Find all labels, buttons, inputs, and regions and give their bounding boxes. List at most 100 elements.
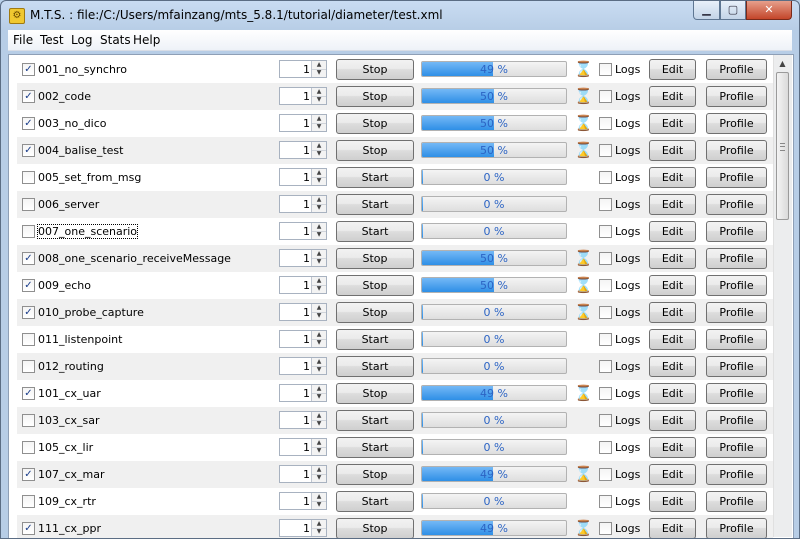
start-stop-button[interactable]: Stop [336, 140, 414, 161]
logs-checkbox[interactable] [599, 117, 612, 130]
edit-button[interactable]: Edit [649, 59, 696, 80]
spin-down-icon[interactable]: ▼ [312, 420, 326, 428]
iteration-spinner[interactable]: 1 ▲ ▼ [279, 357, 327, 375]
iteration-count[interactable]: 1 [303, 90, 310, 103]
iteration-count[interactable]: 1 [303, 333, 310, 346]
edit-button[interactable]: Edit [649, 221, 696, 242]
iteration-count[interactable]: 1 [303, 441, 310, 454]
logs-checkbox[interactable] [599, 468, 612, 481]
edit-button[interactable]: Edit [649, 356, 696, 377]
iteration-count[interactable]: 1 [303, 414, 310, 427]
profile-button[interactable]: Profile [706, 194, 767, 215]
start-stop-button[interactable]: Stop [336, 383, 414, 404]
start-stop-button[interactable]: Start [336, 194, 414, 215]
profile-button[interactable]: Profile [706, 518, 767, 538]
spin-down-icon[interactable]: ▼ [312, 69, 326, 77]
profile-button[interactable]: Profile [706, 275, 767, 296]
spin-down-icon[interactable]: ▼ [312, 150, 326, 158]
enable-checkbox[interactable] [22, 414, 35, 427]
logs-checkbox[interactable] [599, 360, 612, 373]
start-stop-button[interactable]: Start [336, 221, 414, 242]
enable-checkbox[interactable]: ✓ [22, 522, 35, 535]
start-stop-button[interactable]: Stop [336, 86, 414, 107]
edit-button[interactable]: Edit [649, 410, 696, 431]
iteration-count[interactable]: 1 [303, 495, 310, 508]
logs-checkbox[interactable] [599, 252, 612, 265]
iteration-spinner[interactable]: 1 ▲ ▼ [279, 60, 327, 78]
logs-checkbox[interactable] [599, 414, 612, 427]
iteration-count[interactable]: 1 [303, 225, 310, 238]
profile-button[interactable]: Profile [706, 437, 767, 458]
start-stop-button[interactable]: Start [336, 167, 414, 188]
logs-checkbox[interactable] [599, 441, 612, 454]
vertical-scrollbar[interactable]: ▲ [773, 55, 792, 537]
enable-checkbox[interactable]: ✓ [22, 252, 35, 265]
edit-button[interactable]: Edit [649, 491, 696, 512]
iteration-count[interactable]: 1 [303, 387, 310, 400]
title-bar[interactable]: ⚙ M.T.S. : file:/C:/Users/mfainzang/mts_… [1, 1, 799, 30]
enable-checkbox[interactable] [22, 225, 35, 238]
enable-checkbox[interactable]: ✓ [22, 279, 35, 292]
iteration-spinner[interactable]: 1 ▲ ▼ [279, 303, 327, 321]
iteration-count[interactable]: 1 [303, 198, 310, 211]
iteration-count[interactable]: 1 [303, 522, 310, 535]
enable-checkbox[interactable] [22, 171, 35, 184]
profile-button[interactable]: Profile [706, 383, 767, 404]
logs-checkbox[interactable] [599, 171, 612, 184]
start-stop-button[interactable]: Stop [336, 518, 414, 538]
iteration-spinner[interactable]: 1 ▲ ▼ [279, 276, 327, 294]
menu-stats[interactable]: Stats [100, 33, 131, 47]
enable-checkbox[interactable] [22, 441, 35, 454]
spin-down-icon[interactable]: ▼ [312, 366, 326, 374]
profile-button[interactable]: Profile [706, 59, 767, 80]
spin-down-icon[interactable]: ▼ [312, 123, 326, 131]
iteration-spinner[interactable]: 1 ▲ ▼ [279, 87, 327, 105]
enable-checkbox[interactable]: ✓ [22, 306, 35, 319]
edit-button[interactable]: Edit [649, 518, 696, 538]
edit-button[interactable]: Edit [649, 437, 696, 458]
edit-button[interactable]: Edit [649, 275, 696, 296]
spin-down-icon[interactable]: ▼ [312, 285, 326, 293]
profile-button[interactable]: Profile [706, 221, 767, 242]
profile-button[interactable]: Profile [706, 167, 767, 188]
edit-button[interactable]: Edit [649, 464, 696, 485]
spin-down-icon[interactable]: ▼ [312, 339, 326, 347]
logs-checkbox[interactable] [599, 495, 612, 508]
enable-checkbox[interactable]: ✓ [22, 144, 35, 157]
menu-help[interactable]: Help [133, 33, 160, 47]
profile-button[interactable]: Profile [706, 140, 767, 161]
scroll-thumb[interactable] [776, 72, 789, 220]
spin-down-icon[interactable]: ▼ [312, 393, 326, 401]
edit-button[interactable]: Edit [649, 383, 696, 404]
edit-button[interactable]: Edit [649, 167, 696, 188]
spin-down-icon[interactable]: ▼ [312, 528, 326, 536]
iteration-spinner[interactable]: 1 ▲ ▼ [279, 438, 327, 456]
logs-checkbox[interactable] [599, 306, 612, 319]
edit-button[interactable]: Edit [649, 140, 696, 161]
scroll-up-arrow-icon[interactable]: ▲ [775, 56, 790, 71]
iteration-spinner[interactable]: 1 ▲ ▼ [279, 411, 327, 429]
spin-down-icon[interactable]: ▼ [312, 231, 326, 239]
start-stop-button[interactable]: Start [336, 491, 414, 512]
start-stop-button[interactable]: Start [336, 356, 414, 377]
iteration-count[interactable]: 1 [303, 63, 310, 76]
enable-checkbox[interactable] [22, 495, 35, 508]
enable-checkbox[interactable]: ✓ [22, 117, 35, 130]
profile-button[interactable]: Profile [706, 410, 767, 431]
start-stop-button[interactable]: Stop [336, 464, 414, 485]
iteration-spinner[interactable]: 1 ▲ ▼ [279, 222, 327, 240]
start-stop-button[interactable]: Start [336, 437, 414, 458]
spin-down-icon[interactable]: ▼ [312, 177, 326, 185]
iteration-count[interactable]: 1 [303, 279, 310, 292]
edit-button[interactable]: Edit [649, 329, 696, 350]
iteration-spinner[interactable]: 1 ▲ ▼ [279, 141, 327, 159]
profile-button[interactable]: Profile [706, 491, 767, 512]
profile-button[interactable]: Profile [706, 356, 767, 377]
logs-checkbox[interactable] [599, 225, 612, 238]
start-stop-button[interactable]: Start [336, 329, 414, 350]
logs-checkbox[interactable] [599, 333, 612, 346]
iteration-count[interactable]: 1 [303, 468, 310, 481]
iteration-count[interactable]: 1 [303, 360, 310, 373]
enable-checkbox[interactable] [22, 198, 35, 211]
start-stop-button[interactable]: Stop [336, 59, 414, 80]
